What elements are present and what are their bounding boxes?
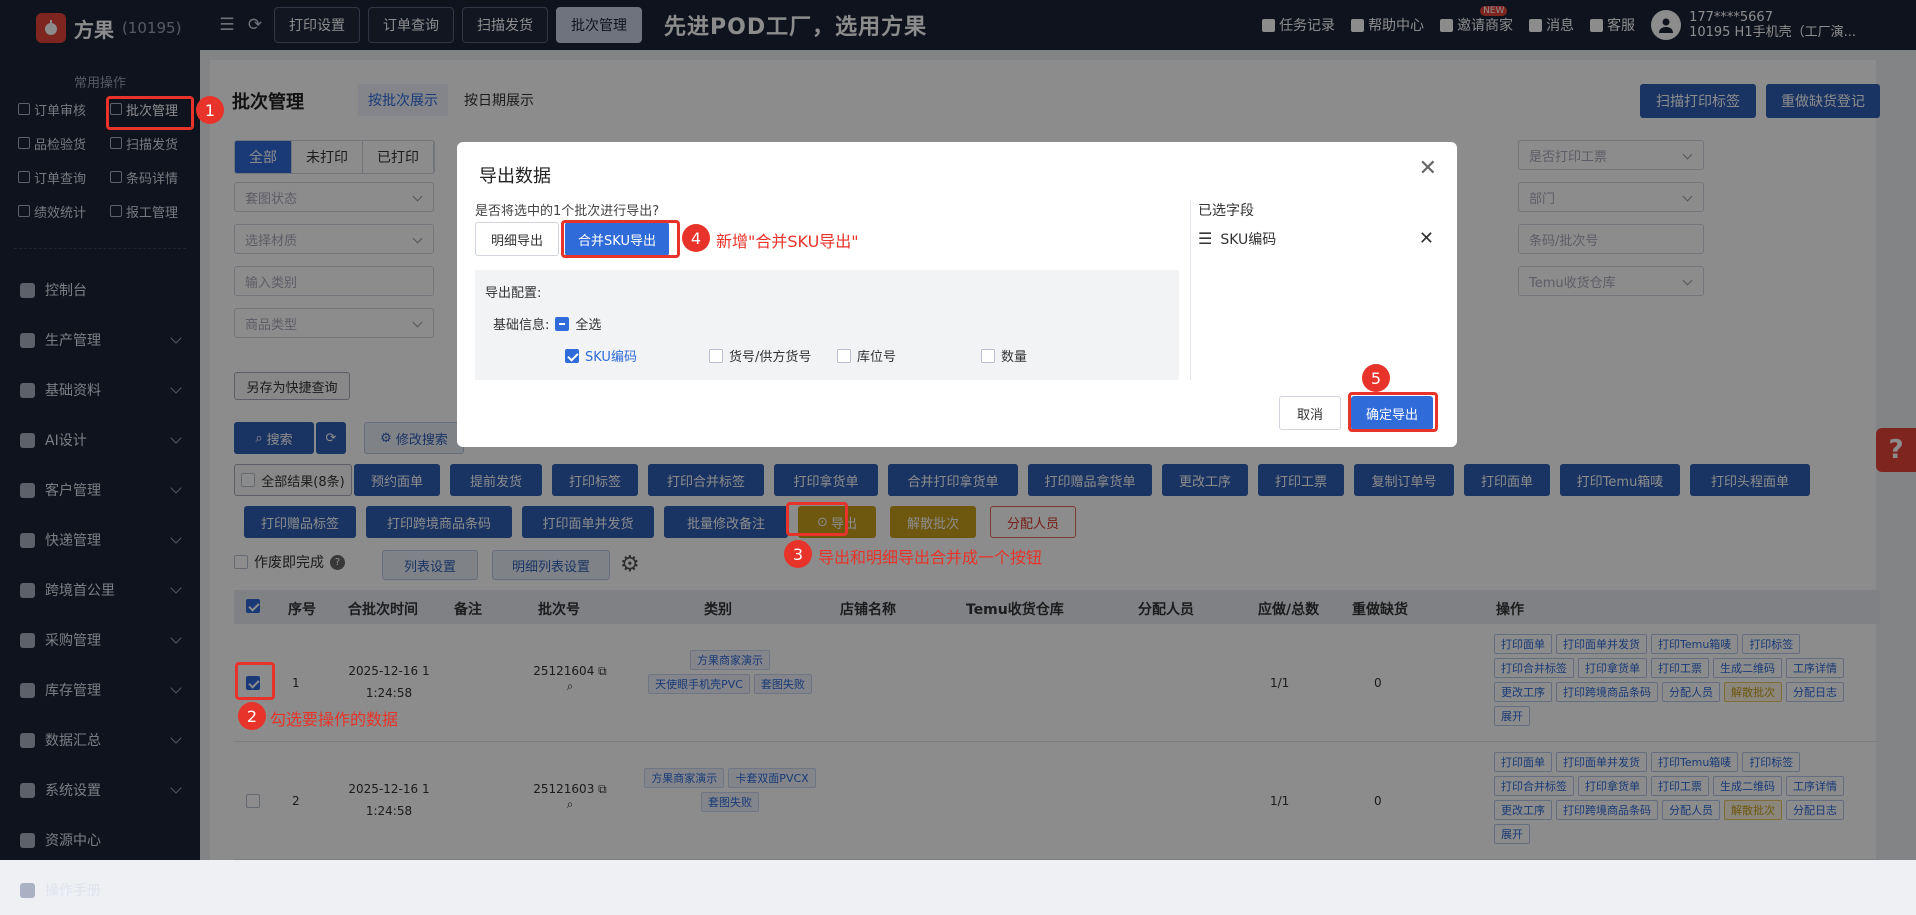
manual-icon <box>20 882 35 898</box>
drag-handle-icon[interactable]: ☰ <box>1198 229 1212 248</box>
annotation-box-3 <box>786 502 848 536</box>
export-modal: 导出数据 ✕ 是否将选中的1个批次进行导出? 明细导出 合并SKU导出 导出配置… <box>457 142 1457 447</box>
annotation-badge-3: 3 <box>784 540 812 568</box>
annotation-box-2 <box>235 662 275 700</box>
annotation-box-4 <box>561 220 680 258</box>
menu-manual[interactable]: 操作手册 <box>0 865 200 915</box>
annotation-badge-2: 2 <box>238 702 266 730</box>
annotation-badge-4: 4 <box>682 224 710 252</box>
selected-field-item: ☰ SKU编码 ✕ <box>1198 228 1434 249</box>
close-icon[interactable]: ✕ <box>1419 156 1437 181</box>
annotation-badge-5: 5 <box>1362 364 1390 392</box>
field-sku-checkbox[interactable]: SKU编码 <box>565 346 637 365</box>
annotation-note-3: 导出和明细导出合并成一个按钮 <box>818 548 1043 567</box>
cancel-button[interactable]: 取消 <box>1279 396 1341 430</box>
indeterminate-checkbox <box>555 316 570 331</box>
modal-title: 导出数据 <box>479 166 551 187</box>
export-config-panel: 导出配置: 基础信息: 全选 SKU编码 货号/供方货号 库位号 数量 <box>475 270 1179 380</box>
config-title: 导出配置: <box>485 286 542 301</box>
remove-icon[interactable]: ✕ <box>1419 228 1434 249</box>
annotation-box-5 <box>1348 392 1438 432</box>
detail-export-option[interactable]: 明细导出 <box>475 222 559 256</box>
selected-fields-title: 已选字段 <box>1198 203 1254 219</box>
modal-divider <box>1190 200 1191 380</box>
annotation-box-1 <box>106 96 194 130</box>
field-item-no-checkbox[interactable]: 货号/供方货号 <box>709 346 811 365</box>
annotation-note-2: 勾选要操作的数据 <box>270 710 399 729</box>
modal-overlay: 导出数据 ✕ 是否将选中的1个批次进行导出? 明细导出 合并SKU导出 导出配置… <box>0 0 1916 860</box>
modal-question: 是否将选中的1个批次进行导出? <box>475 204 660 219</box>
field-location-checkbox[interactable]: 库位号 <box>837 346 896 365</box>
annotation-note-4: 新增"合并SKU导出" <box>716 232 859 251</box>
field-quantity-checkbox[interactable]: 数量 <box>981 346 1027 365</box>
select-all-fields-checkbox[interactable]: 基础信息: 全选 <box>493 314 601 333</box>
annotation-badge-1: 1 <box>196 96 224 124</box>
